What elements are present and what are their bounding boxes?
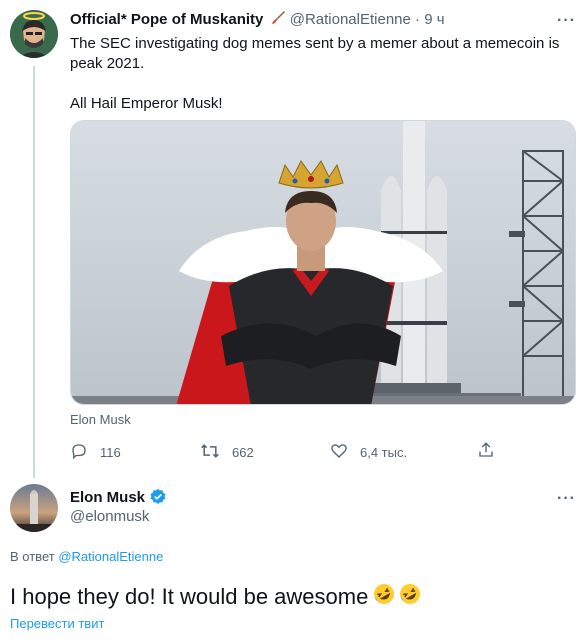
replying-to-line: В ответ @RationalEtienne: [10, 549, 163, 564]
verified-badge-icon: [149, 488, 167, 506]
reply-author-name-row[interactable]: Elon Musk: [70, 488, 167, 506]
tweet-text-line-1: The SEC investigating dog memes sent by …: [70, 35, 560, 72]
reply-author-handle[interactable]: @elonmusk: [70, 508, 149, 525]
tweet-actions-bar: 116 662 6,4 тыс.: [70, 440, 500, 462]
retweet-button[interactable]: 662: [200, 442, 254, 463]
replying-to-handle-link[interactable]: @RationalEtienne: [58, 549, 163, 564]
thread-connector-line: [33, 66, 35, 478]
reply-button[interactable]: 116: [70, 442, 121, 463]
author-name[interactable]: Official* Pope of Muskanity: [70, 11, 263, 28]
reply-icon: [70, 442, 100, 463]
tweet-text: The SEC investigating dog memes sent by …: [70, 34, 570, 114]
tweet-text-line-2: All Hail Emperor Musk!: [70, 95, 223, 112]
rolling-on-floor-laughing-emoji-icon: [372, 582, 396, 612]
translate-tweet-link[interactable]: Перевести твит: [10, 616, 104, 631]
retweet-icon: [200, 442, 232, 463]
share-icon: [477, 441, 507, 462]
heart-icon: [330, 442, 360, 463]
media-caption: Elon Musk: [70, 412, 131, 427]
reply-tweet-text-row: I hope they do! It would be awesome: [10, 582, 422, 612]
avatar-elon-musk[interactable]: [10, 484, 58, 532]
tweet-media-image[interactable]: [70, 120, 576, 405]
paintbrush-emoji-icon: [270, 10, 286, 30]
avatar-pope-of-muskanity[interactable]: [10, 10, 58, 58]
separator-dot: ·: [415, 11, 421, 28]
reply-count: 116: [100, 445, 121, 460]
like-count: 6,4 тыс.: [360, 445, 408, 460]
reply-author-name[interactable]: Elon Musk: [70, 489, 145, 506]
reply-tweet-text: I hope they do! It would be awesome: [10, 584, 369, 609]
tweet-timestamp[interactable]: 9 ч: [424, 11, 444, 28]
retweet-count: 662: [232, 445, 254, 460]
more-dots-icon[interactable]: ···: [557, 12, 576, 30]
tweet-header: Official* Pope of Muskanity @RationalEti…: [70, 10, 445, 30]
share-button[interactable]: [477, 441, 507, 462]
replying-to-prefix: В ответ: [10, 549, 55, 564]
author-handle[interactable]: @RationalEtienne: [290, 11, 411, 28]
more-dots-icon-reply[interactable]: ···: [557, 490, 576, 508]
rolling-on-floor-laughing-emoji-icon-2: [398, 582, 422, 612]
like-button[interactable]: 6,4 тыс.: [330, 442, 407, 463]
